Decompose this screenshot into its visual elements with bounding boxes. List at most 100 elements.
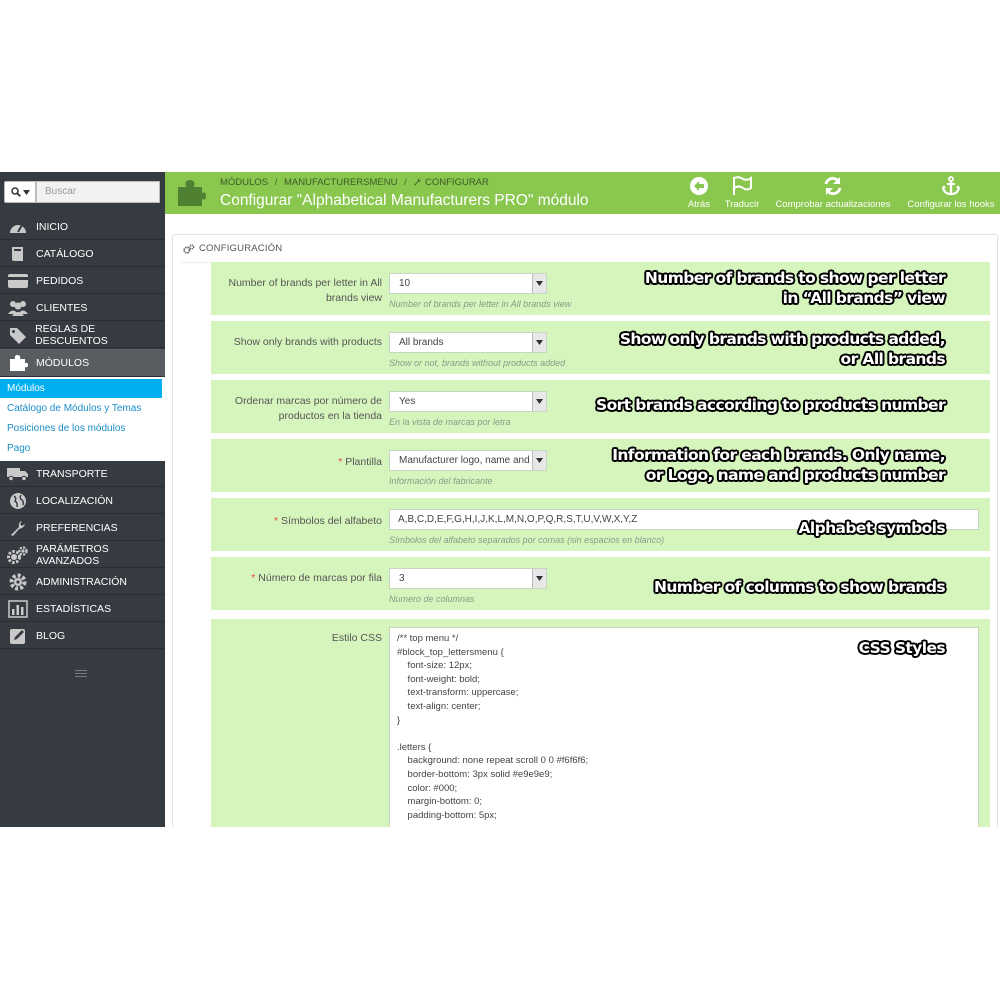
sidebar-item-inicio[interactable]: INICIO [0, 214, 165, 240]
sidebar-item-blog[interactable]: BLOG [0, 623, 165, 649]
template-select[interactable]: Manufacturer logo, name and products num… [389, 450, 547, 471]
sidebar-item-label: CLIENTES [36, 301, 88, 314]
help-text: Show or not, brands without products add… [389, 358, 566, 368]
caret-down-icon [532, 451, 546, 470]
wrench-icon [414, 178, 422, 186]
page-header: MÓDULOS / MANUFACTURERSMENU / CONFIGURAR… [165, 172, 1000, 214]
sidebar-item-label: TRANSPORTE [36, 467, 108, 480]
sort-brands-select[interactable]: Yes [389, 391, 547, 412]
sidebar-item-label: CATÁLOGO [36, 247, 94, 260]
callout-line: Sort brands according to products number [596, 396, 946, 414]
puzzle-icon [7, 354, 29, 372]
sidebar-item-label: ADMINISTRACIÓN [36, 575, 128, 588]
form-row-alphabet: * Símbolos del alfabeto A,B,C,D,E,F,G,H,… [211, 498, 990, 551]
annotation-callout: Number of brands to show per letter in “… [645, 268, 946, 308]
submenu-item-modulos[interactable]: Módulos [0, 379, 162, 398]
help-text: Símbolos del alfabeto separados por coma… [389, 535, 665, 545]
sidebar-item-modulos[interactable]: MÓDULOS [0, 349, 165, 377]
breadcrumb-item-manufacturersmenu[interactable]: MANUFACTURERSMENU [284, 177, 397, 188]
sidebar-item-clientes[interactable]: CLIENTES [0, 295, 165, 321]
anchor-icon [941, 176, 961, 196]
form-row-css: Estilo CSS /** top menu */ #block_top_le… [211, 619, 990, 827]
sidebar-item-localizacion[interactable]: LOCALIZACIÓN [0, 488, 165, 514]
globe-icon [7, 492, 29, 510]
toolbar-label: Traducir [724, 199, 760, 210]
select-value: Yes [399, 396, 416, 407]
check-updates-button[interactable]: Comprobar actualizaciones [770, 176, 896, 210]
annotation-callout: Show only brands with products added, or… [620, 329, 946, 369]
submenu-item-posiciones[interactable]: Posiciones de los módulos [0, 419, 162, 438]
sidebar-item-administracion[interactable]: ADMINISTRACIÓN [0, 569, 165, 595]
sidebar-item-reglas[interactable]: REGLAS DE DESCUENTOS [0, 322, 165, 348]
back-button[interactable]: Atrás [682, 176, 716, 210]
gear-icon [7, 573, 29, 591]
field-label: Number of brands per letter in All brand… [228, 277, 383, 304]
configure-hooks-button[interactable]: Configurar los hooks [904, 176, 998, 210]
annotation-callout: CSS Styles [859, 638, 946, 658]
sidebar-item-label: LOCALIZACIÓN [36, 494, 114, 507]
translate-button[interactable]: Traducir [720, 176, 764, 210]
tags-icon [7, 326, 28, 344]
refresh-icon [824, 176, 842, 196]
select-value: All brands [399, 337, 444, 348]
sidebar-item-pedidos[interactable]: PEDIDOS [0, 268, 165, 294]
dashboard-icon [7, 218, 29, 236]
search-filter-button[interactable] [4, 181, 36, 203]
sidebar-item-preferencias[interactable]: PREFERENCIAS [0, 515, 165, 541]
search-input[interactable]: Buscar [36, 181, 160, 203]
cogs-icon [183, 243, 195, 254]
toolbar-label: Atrás [687, 199, 711, 210]
flag-icon [733, 176, 752, 195]
bar-chart-icon [7, 599, 29, 618]
sidebar-item-catalogo[interactable]: CATÁLOGO [0, 241, 165, 267]
help-text: Información del fabricante [389, 476, 493, 486]
callout-line: or All brands [840, 350, 946, 368]
page-title: Configurar "Alphabetical Manufacturers P… [220, 192, 589, 209]
callout-line: Number of columns to show brands [653, 578, 946, 596]
panel-heading: CONFIGURACIÓN [183, 243, 282, 254]
search-bar: Buscar [2, 180, 160, 204]
submenu-item-pago[interactable]: Pago [0, 439, 162, 458]
field-label: Show only brands with products [233, 336, 382, 348]
field-label-text: Número de marcas por fila [258, 572, 382, 584]
form-row-brands-per-row: * Número de marcas por fila 3 Numero de … [211, 557, 990, 610]
brands-per-row-select[interactable]: 3 [389, 568, 547, 589]
callout-line: Alphabet symbols [798, 519, 946, 537]
cogs-icon [7, 545, 29, 564]
field-label: * Símbolos del alfabeto [212, 514, 382, 529]
wrench-icon [7, 519, 29, 537]
field-label: Estilo CSS [331, 632, 382, 644]
users-icon [7, 299, 29, 317]
submenu-item-catalogo[interactable]: Catálogo de Módulos y Temas [0, 399, 162, 418]
sidebar-item-label: INICIO [36, 220, 69, 233]
annotation-callout: Alphabet symbols [798, 518, 946, 538]
book-icon [7, 245, 29, 263]
caret-down-icon [532, 274, 546, 293]
sidebar-item-transporte[interactable]: TRANSPORTE [0, 461, 165, 487]
breadcrumb-item-configurar: CONFIGURAR [425, 177, 489, 188]
breadcrumb-separator: / [274, 177, 278, 188]
callout-line: or Logo, name and products number [645, 466, 946, 484]
sidebar: Buscar INICIO CATÁLOGO PEDIDOS CLIENTES … [0, 172, 165, 827]
form-row-brands-per-letter: Number of brands per letter in All brand… [211, 262, 990, 315]
sidebar-item-parametros[interactable]: PARÁMETROS AVANZADOS [0, 542, 165, 568]
help-text: En la vista de marcas por letra [389, 417, 511, 427]
select-value: 3 [399, 573, 405, 584]
help-text: Number of brands per letter in All brand… [389, 299, 572, 309]
collapse-menu-icon[interactable] [75, 670, 87, 680]
truck-icon [7, 465, 29, 483]
show-only-brands-select[interactable]: All brands [389, 332, 547, 353]
select-value: Manufacturer logo, name and products num… [399, 455, 546, 466]
caret-down-icon [22, 189, 30, 195]
required-marker: * [274, 515, 282, 527]
breadcrumb-item-modulos[interactable]: MÓDULOS [220, 177, 268, 188]
brands-per-letter-select[interactable]: 10 [389, 273, 547, 294]
field-label-text: Plantilla [345, 456, 382, 468]
field-label: * Plantilla [212, 455, 382, 470]
edit-icon [7, 627, 29, 645]
sidebar-item-estadisticas[interactable]: ESTADÍSTICAS [0, 596, 165, 622]
breadcrumb: MÓDULOS / MANUFACTURERSMENU / CONFIGURAR [220, 177, 493, 188]
caret-down-icon [532, 392, 546, 411]
sidebar-item-label: PARÁMETROS AVANZADOS [36, 542, 109, 567]
field-label-text: Símbolos del alfabeto [281, 515, 382, 527]
